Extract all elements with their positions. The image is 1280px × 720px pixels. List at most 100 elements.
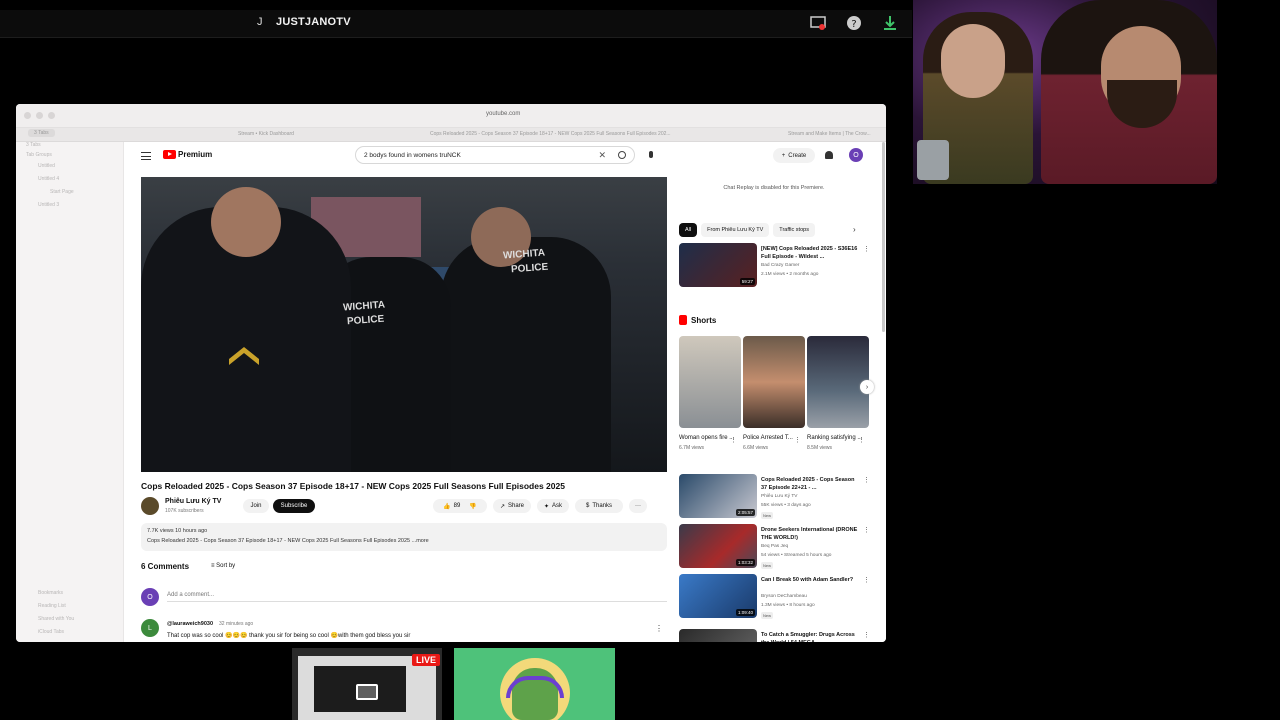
video-duration: 59:27 (739, 278, 755, 285)
video-thumbnail[interactable]: 1:09:40 (679, 574, 757, 618)
screen-share-icon[interactable] (810, 15, 826, 31)
thumbs-down-icon[interactable]: 👎 (469, 503, 476, 510)
channel-name[interactable]: Phiêu Lưu Ký TV (165, 498, 221, 505)
sidebar-item[interactable]: Tab Groups (26, 152, 52, 158)
sidebar-item[interactable]: Start Page (50, 189, 74, 195)
sidebar-item[interactable]: Reading List (38, 603, 66, 609)
youtube-brand[interactable]: Premium (178, 150, 212, 159)
more-options-icon[interactable]: ⋮ (863, 526, 870, 534)
recommended-channel[interactable]: Bryson DeChambeau (761, 594, 807, 599)
comment-time: 32 minutes ago (219, 621, 254, 627)
create-label: Create (788, 152, 807, 159)
recommended-video[interactable]: To Catch a Smuggler: Drugs Across the Wo… (679, 629, 879, 642)
recommended-title[interactable]: [NEW] Cops Reloaded 2025 - S36E16 Full E… (761, 245, 861, 261)
more-options-icon[interactable]: ⋮ (858, 436, 865, 444)
chip-all[interactable]: All (679, 223, 698, 237)
clear-search-icon[interactable]: ✕ (598, 150, 606, 161)
more-actions-button[interactable]: ··· (629, 499, 647, 513)
help-icon[interactable]: ? (846, 15, 862, 31)
thanks-button[interactable]: $ Thanks (575, 499, 623, 513)
recommended-title[interactable]: Cops Reloaded 2025 - Cops Season 37 Epis… (761, 476, 861, 492)
commenter-avatar[interactable]: L (141, 619, 159, 637)
channel-avatar[interactable] (141, 497, 159, 515)
recommended-channel[interactable]: Beq Pas Jeq (761, 544, 788, 549)
recommended-title[interactable]: Can I Break 50 with Adam Sandler? (761, 576, 861, 584)
more-options-icon[interactable]: ⋮ (863, 631, 870, 639)
more-options-icon[interactable]: ⋮ (730, 436, 737, 444)
recommended-channel[interactable]: Phiêu Lưu Ký TV (761, 494, 797, 499)
page-scrollbar[interactable] (882, 142, 885, 332)
short-thumbnail[interactable] (743, 336, 805, 428)
avatar-tile[interactable] (454, 648, 615, 720)
browser-sidebar: 3 Tabs Tab Groups Untitled Untitled 4 St… (16, 142, 124, 642)
like-dislike-button[interactable]: 👍 89 👎 (433, 499, 487, 513)
video-player[interactable]: WICHITA POLICE WICHITA POLICE (141, 177, 667, 472)
live-badge: LIVE (412, 654, 441, 666)
video-thumbnail[interactable]: 1:03:32 (679, 524, 757, 568)
more-options-icon[interactable]: ⋮ (863, 576, 870, 584)
recommended-video[interactable]: 1:09:40 Can I Break 50 with Adam Sandler… (679, 574, 879, 620)
video-thumbnail[interactable]: 59:27 (679, 243, 757, 287)
search-icon[interactable] (618, 151, 626, 159)
create-button[interactable]: + Create (773, 148, 815, 163)
stream-preview-tile[interactable]: LIVE (292, 648, 442, 720)
chip-from-channel[interactable]: From Phiêu Lưu Ký TV (701, 223, 770, 237)
more-options-icon[interactable]: ⋮ (863, 245, 870, 253)
search-box[interactable]: 2 bodys found in womens truNCK ✕ (355, 146, 635, 164)
short-thumbnail[interactable] (679, 336, 741, 428)
short-item[interactable]: Police Arrested T... 6.6M views ⋮ (743, 336, 805, 451)
sidebar-item[interactable]: iCloud Tabs (38, 629, 64, 635)
address-bar[interactable]: youtube.com (486, 111, 520, 117)
short-thumbnail[interactable] (807, 336, 869, 428)
recommended-video[interactable]: 59:27 [NEW] Cops Reloaded 2025 - S36E16 … (679, 243, 879, 289)
video-thumbnail[interactable] (679, 629, 757, 642)
thumbs-up-icon[interactable]: 👍 (443, 503, 450, 510)
recommended-title[interactable]: To Catch a Smuggler: Drugs Across the Wo… (761, 631, 861, 642)
tab-overview[interactable]: 3 Tabs (28, 129, 55, 137)
webcam-feed (913, 0, 1217, 184)
subscribe-button[interactable]: Subscribe (273, 499, 315, 513)
sidebar-item[interactable]: Untitled (38, 163, 55, 169)
sidebar-item[interactable]: Shared with You (38, 616, 74, 622)
ask-button[interactable]: ✦ Ask (537, 499, 569, 513)
microphone-icon[interactable] (649, 151, 653, 158)
search-input[interactable]: 2 bodys found in womens truNCK (364, 152, 461, 159)
window-controls[interactable] (24, 112, 55, 119)
recommended-meta: 2.1M views • 2 months ago (761, 272, 819, 277)
sidebar-item[interactable]: 3 Tabs (26, 142, 41, 148)
share-button[interactable]: ↗ Share (493, 499, 531, 513)
more-options-icon[interactable]: ⋮ (794, 436, 801, 444)
chips-next-icon[interactable]: › (853, 225, 856, 234)
sidebar-item[interactable]: Untitled 3 (38, 202, 59, 208)
download-icon[interactable] (882, 15, 898, 31)
chip-traffic-stops[interactable]: Traffic stops (773, 223, 815, 237)
recommended-title[interactable]: Drone Seekers International (DRONE THE W… (761, 526, 861, 542)
account-avatar[interactable]: O (849, 148, 863, 162)
tab-kick-dashboard[interactable]: Stream • Kick Dashboard (238, 131, 294, 137)
video-thumbnail[interactable]: 2:05:57 (679, 474, 757, 518)
sort-comments-button[interactable]: ≡ Sort by (211, 563, 235, 569)
more-options-icon[interactable]: ⋮ (863, 476, 870, 484)
notifications-icon[interactable] (825, 151, 833, 159)
share-label: Share (508, 503, 525, 509)
tab-youtube-video[interactable]: Cops Reloaded 2025 - Cops Season 37 Epis… (430, 131, 671, 137)
description-box[interactable]: 7.7K views 10 hours ago Cops Reloaded 20… (141, 523, 667, 551)
tab-other[interactable]: Stream and Make Items | The Crow... (788, 131, 871, 137)
recommended-video[interactable]: 2:05:57 Cops Reloaded 2025 - Cops Season… (679, 474, 879, 520)
recommended-channel[interactable]: Bad Crazy Gamer (761, 263, 799, 268)
recommended-meta: 54 views • Streamed 5 hours ago (761, 553, 832, 558)
channel-subscribers: 107K subscribers (165, 508, 204, 514)
add-comment-input[interactable]: Add a comment... (167, 592, 667, 602)
comment-options-icon[interactable]: ⋮ (655, 624, 663, 633)
recommended-video[interactable]: 1:03:32 Drone Seekers International (DRO… (679, 524, 879, 570)
join-button[interactable]: Join (243, 499, 269, 513)
sidebar-item[interactable]: Untitled 4 (38, 176, 59, 182)
youtube-logo-icon[interactable] (163, 150, 176, 159)
commenter-name[interactable]: @lauraweich9030 (167, 621, 213, 627)
shorts-next-icon[interactable]: › (860, 380, 874, 394)
menu-icon[interactable] (141, 152, 151, 160)
short-item[interactable]: Woman opens fire ... 6.7M views ⋮ (679, 336, 741, 451)
mug (917, 140, 949, 180)
sidebar-item[interactable]: Bookmarks (38, 590, 63, 596)
short-item[interactable]: Ranking satisfying ... 8.5M views ⋮ (807, 336, 869, 451)
